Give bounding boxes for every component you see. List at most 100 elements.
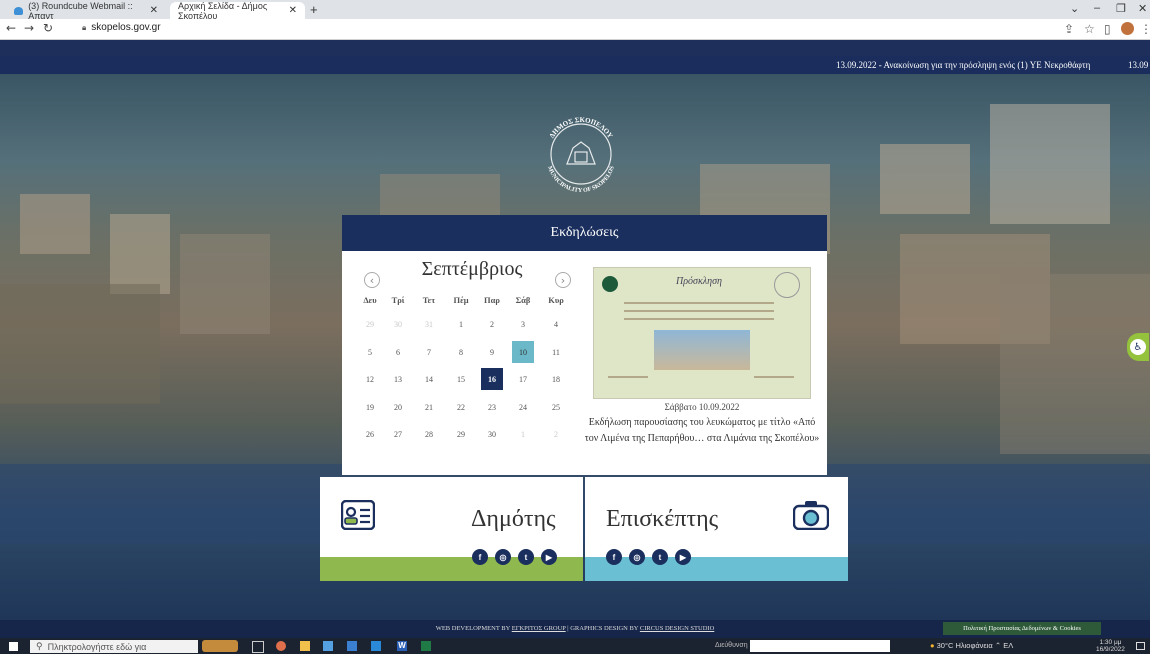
calendar-day[interactable]: 23 [481,396,503,418]
cookies-policy-button[interactable]: Πολιτική Προστασίας Δεδομένων & Cookies [943,622,1101,635]
calendar-day[interactable]: 31 [418,313,440,335]
calendar-day[interactable]: 30 [387,313,409,335]
calendar-day[interactable]: 24 [512,396,534,418]
citizen-twitter-icon[interactable]: t [518,549,534,565]
calendar-day[interactable]: 11 [545,341,567,363]
calendar-day[interactable]: 22 [450,396,472,418]
egkritos-link[interactable]: ΕΓΚΡΙΤΟΣ GROUP [512,625,566,632]
visitor-title[interactable]: Επισκέπτης [606,506,718,533]
weather-text[interactable]: 30°C Ηλιοφάνεια [937,641,993,650]
visitor-instagram-icon[interactable]: ◎ [629,549,645,565]
calendar-day[interactable]: 14 [418,368,440,390]
url-field[interactable]: 🔒︎ skopelos.gov.gr [82,22,161,33]
excel-app-icon[interactable] [421,641,431,651]
weekday-label: Σάβ [515,295,531,305]
calendar-day[interactable]: 4 [545,313,567,335]
calendar-day[interactable]: 19 [359,396,381,418]
calendar-day[interactable]: 20 [387,396,409,418]
task-view-icon[interactable] [252,641,264,653]
visitor-twitter-icon[interactable]: t [652,549,668,565]
next-month-arrow-icon[interactable]: › [555,272,571,288]
calendar-day[interactable]: 26 [359,423,381,445]
event-poster-title: Πρόσκληση [676,276,722,287]
back-icon[interactable]: ← [6,21,16,35]
tab-search-chevron-icon[interactable]: ⌄ [1070,2,1079,15]
bookmark-star-icon[interactable]: ☆ [1084,22,1095,36]
calendar-day[interactable]: 28 [418,423,440,445]
calendar-day[interactable]: 1 [512,423,534,445]
calendar-day[interactable]: 2 [545,423,567,445]
calendar-day[interactable]: 13 [387,368,409,390]
calendar-day[interactable]: 25 [545,396,567,418]
menu-icon[interactable]: ⋮ [1140,22,1150,36]
forward-icon[interactable]: → [24,21,34,35]
tray-chevron-icon[interactable]: ⌃ [995,641,1001,650]
prev-month-arrow-icon[interactable]: ‹ [364,272,380,288]
calendar-day[interactable]: 5 [359,341,381,363]
share-icon[interactable]: ⇪ [1064,22,1074,36]
calendar-day[interactable]: 15 [450,368,472,390]
citizen-facebook-icon[interactable]: f [472,549,488,565]
calendar-day[interactable]: 21 [418,396,440,418]
close-tab-icon[interactable]: ✕ [150,5,158,16]
word-app-icon[interactable]: W [397,641,407,651]
ticker-item[interactable]: 13.09.2022 - Ανακοίνωση για την πρόσληψη… [836,60,1090,70]
event-date: Σάββατο 10.09.2022 [664,402,740,412]
calendar-day[interactable]: 9 [481,341,503,363]
calendar-day[interactable]: 1 [450,313,472,335]
sidebar-icon[interactable]: ▯ [1104,22,1111,36]
taskbar-search-box[interactable]: ⚲ Πληκτρολογήστε εδώ για [30,640,198,653]
store-app-icon[interactable] [323,641,333,651]
citizen-instagram-icon[interactable]: ◎ [495,549,511,565]
citizen-youtube-icon[interactable]: ▶ [541,549,557,565]
event-poster-image[interactable]: Πρόσκληση [593,267,811,399]
browser-tab-roundcube[interactable]: (3) Roundcube Webmail :: Απαντ ✕ [6,1,166,21]
visitor-facebook-icon[interactable]: f [606,549,622,565]
visitor-youtube-icon[interactable]: ▶ [675,549,691,565]
windows-start-icon[interactable] [9,642,18,651]
event-title-link[interactable]: Εκδήλωση παρουσίασης του λευκώματος με τ… [582,415,822,447]
calendar-day[interactable]: 7 [418,341,440,363]
reload-icon[interactable]: ↻ [43,21,53,35]
calendar-day[interactable]: 3 [512,313,534,335]
event-poster-photo [654,330,750,370]
event-poster-logo-icon [602,276,618,292]
calendar-day[interactable]: 18 [545,368,567,390]
chrome-app-icon[interactable] [276,641,286,651]
citizen-title[interactable]: Δημότης [471,506,556,533]
profile-avatar[interactable] [1121,22,1134,35]
weekday-label: Παρ [484,295,500,305]
calendar-day[interactable]: 29 [359,313,381,335]
news-ticker[interactable]: 13.09.2022 - Ανακοίνωση για την πρόσληψη… [0,56,1150,74]
calendar-month-title: Σεπτέμβριος [421,258,523,280]
calendar-day[interactable]: 2 [481,313,503,335]
calendar-day[interactable]: 27 [387,423,409,445]
taskbar-address-label: Διεύθυνση [715,642,748,649]
calendar-day[interactable]: 30 [481,423,503,445]
calendar-day[interactable]: 17 [512,368,534,390]
maximize-button[interactable]: ❐ [1116,2,1126,15]
calendar-day[interactable]: 16 [481,368,503,390]
close-window-button[interactable]: ✕ [1138,2,1147,15]
new-tab-button[interactable]: + [310,2,318,17]
mail-app-icon[interactable] [347,641,357,651]
close-tab-icon[interactable]: ✕ [289,5,297,16]
calendar-day[interactable]: 12 [359,368,381,390]
house-shape [180,234,270,334]
taskbar-clock[interactable]: 1:30 μμ 16/9/2022 [1096,639,1125,653]
ticker-item-next[interactable]: 13.09 [1128,60,1148,70]
circus-design-link[interactable]: CIRCUS DESIGN STUDIO [640,625,714,632]
calendar-day[interactable]: 29 [450,423,472,445]
minimize-button[interactable]: – [1094,2,1100,14]
accessibility-button[interactable]: ♿︎ [1127,333,1149,361]
browser-tab-skopelos[interactable]: Αρχική Σελίδα - Δήμος Σκοπέλου ✕ [170,1,305,21]
calendar-day[interactable]: 8 [450,341,472,363]
file-explorer-icon[interactable] [300,641,310,651]
calendar-day[interactable]: 6 [387,341,409,363]
calendar-day[interactable]: 10 [512,341,534,363]
notifications-icon[interactable] [1136,642,1145,650]
photos-app-icon[interactable] [371,641,381,651]
sun-icon: ● [930,641,935,650]
language-indicator[interactable]: ΕΛ [1003,641,1013,650]
taskbar-address-input[interactable] [750,640,890,652]
